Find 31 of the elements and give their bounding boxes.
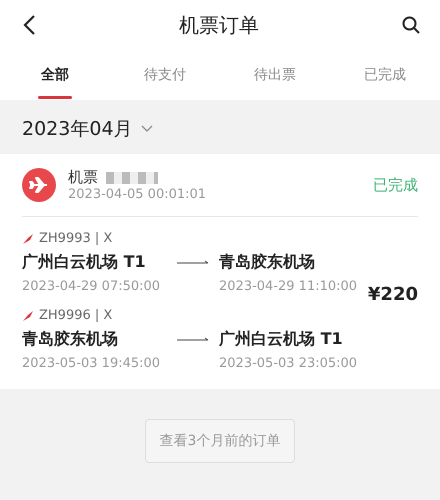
tab[interactable]: 待支付	[110, 50, 220, 100]
redacted-mark	[106, 172, 158, 184]
departure-airport: 青岛胶东机场	[22, 329, 119, 350]
order-time: 2023-04-05 00:01:01	[68, 187, 208, 202]
order-card[interactable]: 机票 2023-04-05 00:01:01 已完成 ZH9993 | X 广州白云机场 T1 青岛胶东机场 2023-04-29 07:50:00 2023-04-29 11:10:00 ZH9996 | X 青岛胶东机场 广州白云机场 T1 2023-05-03 19:45:00 2023-05-03 23:05:00 ¥220	[0, 154, 440, 389]
older-orders-button[interactable]: 查看3个月前的订单	[145, 419, 295, 463]
airline-logo-icon	[22, 310, 34, 322]
arrow-icon	[177, 260, 209, 266]
flight-number: ZH9996 | X	[39, 308, 112, 323]
departure-time: 2023-05-03 19:45:00	[22, 356, 162, 371]
arrow-icon	[177, 336, 209, 342]
order-price: ¥220	[368, 284, 418, 304]
tab[interactable]: 待出票	[220, 50, 330, 100]
arrival-time: 2023-04-29 11:10:00	[219, 279, 358, 294]
tab[interactable]: 已完成	[330, 50, 440, 100]
airplane-icon	[22, 168, 56, 202]
departure-airport: 广州白云机场 T1	[22, 252, 147, 273]
airline-logo-icon	[22, 232, 34, 244]
chevron-down-icon[interactable]	[140, 125, 153, 133]
search-icon[interactable]	[402, 16, 420, 34]
page-title: 机票订单	[179, 12, 259, 38]
departure-time: 2023-04-29 07:50:00	[22, 279, 162, 294]
month-selector[interactable]: 2023年04月	[22, 116, 133, 142]
order-type: 机票	[68, 168, 98, 187]
arrival-airport: 青岛胶东机场	[219, 252, 316, 273]
back-icon[interactable]	[22, 14, 36, 36]
tab[interactable]: 全部	[0, 50, 110, 100]
arrival-airport: 广州白云机场 T1	[219, 329, 344, 350]
flight-number: ZH9993 | X	[39, 231, 112, 246]
arrival-time: 2023-05-03 23:05:00	[219, 356, 358, 371]
order-status: 已完成	[373, 176, 418, 194]
